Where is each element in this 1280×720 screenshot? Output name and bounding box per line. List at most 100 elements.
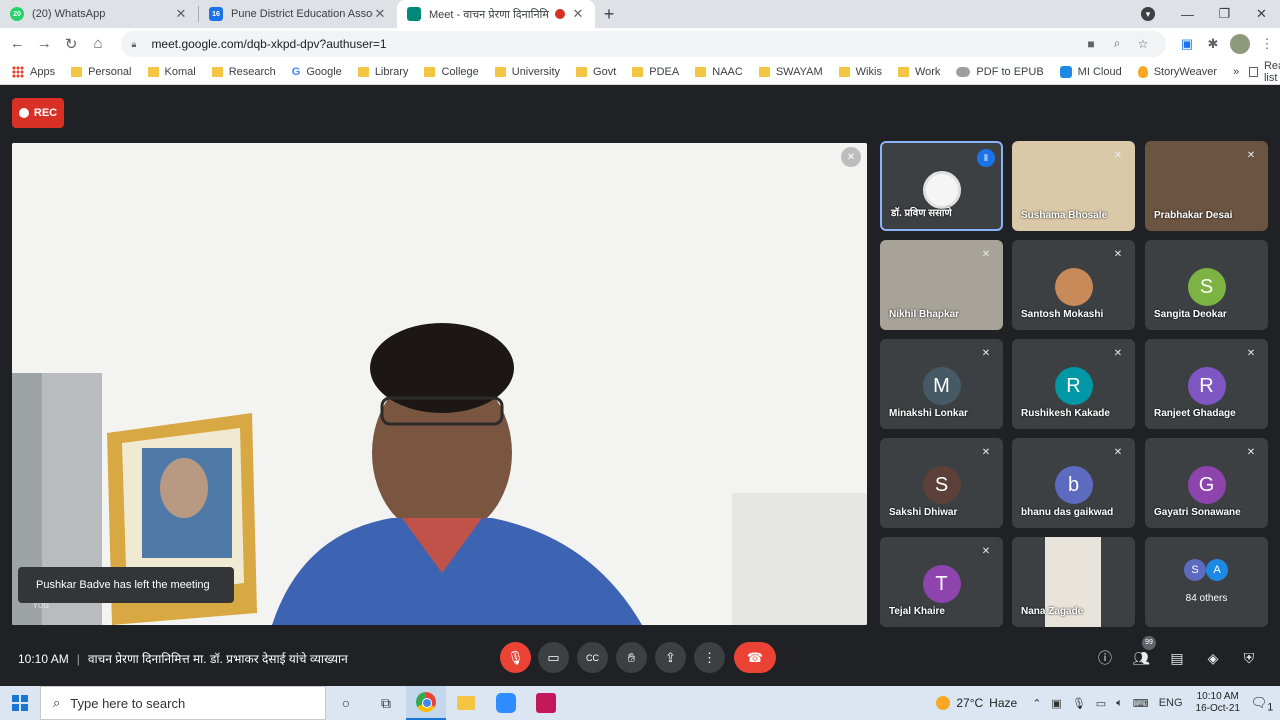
participant-tile[interactable]: ⦀ डॉ. प्रविण ससाणे [880,141,1003,231]
participant-tile[interactable]: b ✕ bhanu das gaikwad [1012,438,1135,528]
recording-badge[interactable]: REC [12,98,64,128]
bookmark-storyweaver[interactable]: StoryWeaver [1137,65,1217,78]
raise-hand-button[interactable]: ✋︎ [616,642,647,673]
participant-tile[interactable]: ✕ Santosh Mokashi [1012,240,1135,330]
people-icon[interactable]: 👥︎ [1131,648,1151,668]
keyboard-icon[interactable]: ⌨︎ [1133,697,1149,710]
bookmark-label: Govt [593,65,617,78]
bookmark-swayam[interactable]: SWAYAM [758,66,823,78]
weather-icon[interactable] [936,696,951,710]
participant-tile[interactable]: ✕ Sushama Bhosale [1012,141,1135,231]
bookmark-mi-cloud[interactable]: MI Cloud [1059,65,1122,78]
reading-list-label: Reading list [1263,59,1280,84]
back-icon[interactable]: ← [4,35,31,52]
participant-tile[interactable]: T ✕ Tejal Khaire [880,537,1003,627]
taskbar-file-explorer[interactable] [446,686,486,720]
bookmark-komal[interactable]: Komal [147,66,196,78]
participant-name: Santosh Mokashi [1021,309,1104,320]
task-view-button[interactable]: ⧉ [366,686,406,720]
tab-whatsapp[interactable]: 20 (20) WhatsApp ✕ [0,0,198,28]
camera-icon[interactable]: ■ [1078,37,1104,51]
mic-toggle-button[interactable]: 🎙︎ [500,642,531,673]
activities-icon[interactable]: ◈ [1203,648,1223,668]
microphone-icon[interactable]: 🎙︎ [1072,697,1086,710]
extensions-icon[interactable]: ✱ [1200,36,1226,52]
lock-icon[interactable]: 🔒︎ [131,39,141,49]
bookmark-research[interactable]: Research [211,66,276,78]
bookmark-pdea[interactable]: PDEA [632,66,679,78]
bookmark-personal[interactable]: Personal [71,66,132,78]
present-screen-button[interactable]: ⇪ [655,642,686,673]
cast-icon[interactable]: ▣ [1174,36,1200,52]
volume-icon[interactable]: 🔈︎ [1116,697,1123,710]
tab-search-icon[interactable]: ▾ [1141,7,1155,21]
leave-call-button[interactable]: ☎︎ [734,642,776,673]
weather-desc[interactable]: Haze [989,696,1017,710]
window-controls: ▾ — ❐ ✕ [1141,0,1280,28]
folder-icon [494,66,506,77]
bookmark-pdf-to-epub[interactable]: PDF to EPUB [956,65,1044,78]
host-controls-icon[interactable]: ⛨ [1239,648,1259,668]
info-icon[interactable]: ⓘ [1095,648,1115,668]
bookmark-label: University [511,65,561,78]
notification-center-icon[interactable]: 🗨︎1 [1250,691,1274,715]
reload-icon[interactable]: ↻ [58,35,85,53]
clock-time: 10:10 AM [1196,691,1239,702]
participant-tile[interactable]: ✕ Nikhil Bhapkar [880,240,1003,330]
chat-icon[interactable]: ▤ [1167,648,1187,668]
chevron-up-icon[interactable]: ⌃ [1032,697,1041,710]
weather-temp[interactable]: 27°C [956,696,983,710]
language-indicator[interactable]: ENG [1159,697,1183,709]
bookmark-label: PDF to EPUB [976,65,1044,78]
bookmark-google[interactable]: G Google [292,66,342,78]
taskbar-clock[interactable]: 10:10 AM 16-Oct-21 [1196,691,1240,715]
participant-tile[interactable]: ✕ Prabhakar Desai [1145,141,1268,231]
forward-icon[interactable]: → [31,35,58,52]
close-tab-icon[interactable]: ✕ [571,6,585,22]
star-icon[interactable]: ☆ [1130,37,1156,51]
captions-button[interactable]: CC [577,642,608,673]
participant-tile[interactable]: R ✕ Rushikesh Kakade [1012,339,1135,429]
bookmark-apps[interactable]: Apps [12,65,55,78]
address-bar[interactable]: 🔒︎ meet.google.com/dqb-xkpd-dpv?authuser… [121,30,1166,57]
menu-icon[interactable]: ⋮ [1254,36,1280,52]
taskbar-app[interactable] [526,686,566,720]
reading-list-button[interactable]: Reading list [1249,60,1280,84]
start-button[interactable] [0,695,40,711]
bookmark-govt[interactable]: Govt [576,66,616,78]
maximize-icon[interactable]: ❐ [1206,6,1243,22]
zoom-icon[interactable]: ⌕ [1104,36,1130,51]
close-tab-icon[interactable]: ✕ [174,6,188,22]
participant-tile[interactable]: S Sangita Deokar [1145,240,1268,330]
mic-off-icon: ✕ [1113,150,1123,161]
taskbar-chrome[interactable] [406,686,446,720]
cortana-button[interactable]: ○ [326,686,366,720]
minimize-icon[interactable]: — [1169,7,1206,22]
home-icon[interactable]: ⌂ [85,35,112,52]
camera-toggle-button[interactable]: ▭ [538,642,569,673]
participant-tile[interactable]: R ✕ Ranjeet Ghadage [1145,339,1268,429]
tab-meet[interactable]: Meet - वाचन प्रेरणा दिनानिमित्त ✕ [397,0,595,28]
participant-tile[interactable]: M ✕ Minakshi Lonkar [880,339,1003,429]
bookmark-college[interactable]: College [424,66,479,78]
others-tile[interactable]: S A 84 others [1145,537,1268,627]
network-icon[interactable]: ▭ [1096,697,1106,710]
taskbar-search-box[interactable]: ⌕ Type here to search [40,686,326,720]
participant-tile[interactable]: S ✕ Sakshi Dhiwar [880,438,1003,528]
tray-app-icon[interactable]: ▣ [1051,697,1061,710]
bookmark-work[interactable]: Work [897,66,940,78]
participant-tile[interactable]: G ✕ Gayatri Sonawane [1145,438,1268,528]
tab-pdea[interactable]: 16 Pune District Education Associatio ✕ [199,0,397,28]
bookmark-university[interactable]: University [494,65,561,78]
bookmark-wikis[interactable]: Wikis [838,66,882,78]
more-options-button[interactable]: ⋮ [694,642,725,673]
close-tab-icon[interactable]: ✕ [373,6,387,22]
bookmarks-overflow-button[interactable]: » [1233,66,1239,78]
new-tab-button[interactable]: + [595,0,623,28]
bookmark-library[interactable]: Library [357,66,408,78]
profile-avatar[interactable] [1230,33,1250,54]
close-window-icon[interactable]: ✕ [1243,6,1280,22]
participant-tile[interactable]: Nana Zagade [1012,537,1135,627]
taskbar-zoom[interactable] [486,686,526,720]
bookmark-naac[interactable]: NAAC [695,66,743,78]
